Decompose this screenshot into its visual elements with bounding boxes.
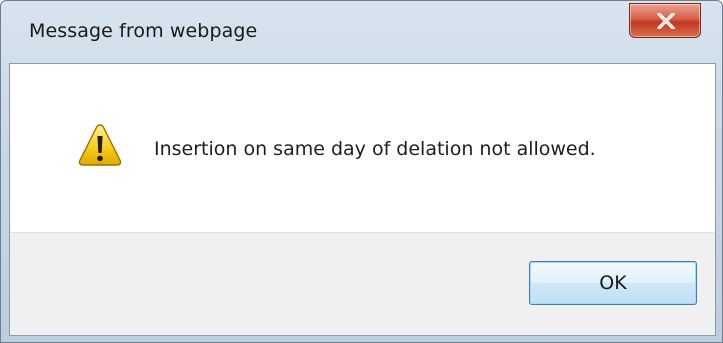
- dialog-client-area: Insertion on same day of delation not al…: [9, 63, 716, 336]
- close-button[interactable]: [629, 3, 701, 38]
- ok-button[interactable]: OK: [529, 261, 697, 305]
- dialog-titlebar[interactable]: Message from webpage: [1, 1, 722, 63]
- dialog-title: Message from webpage: [29, 20, 258, 42]
- dialog-message: Insertion on same day of delation not al…: [154, 138, 596, 160]
- dialog-button-bar: OK: [10, 232, 715, 335]
- close-icon: [657, 13, 675, 29]
- dialog-content: Insertion on same day of delation not al…: [10, 64, 715, 232]
- message-dialog-window: Message from webpage Insertion on same d…: [0, 0, 723, 343]
- warning-icon: [78, 124, 122, 166]
